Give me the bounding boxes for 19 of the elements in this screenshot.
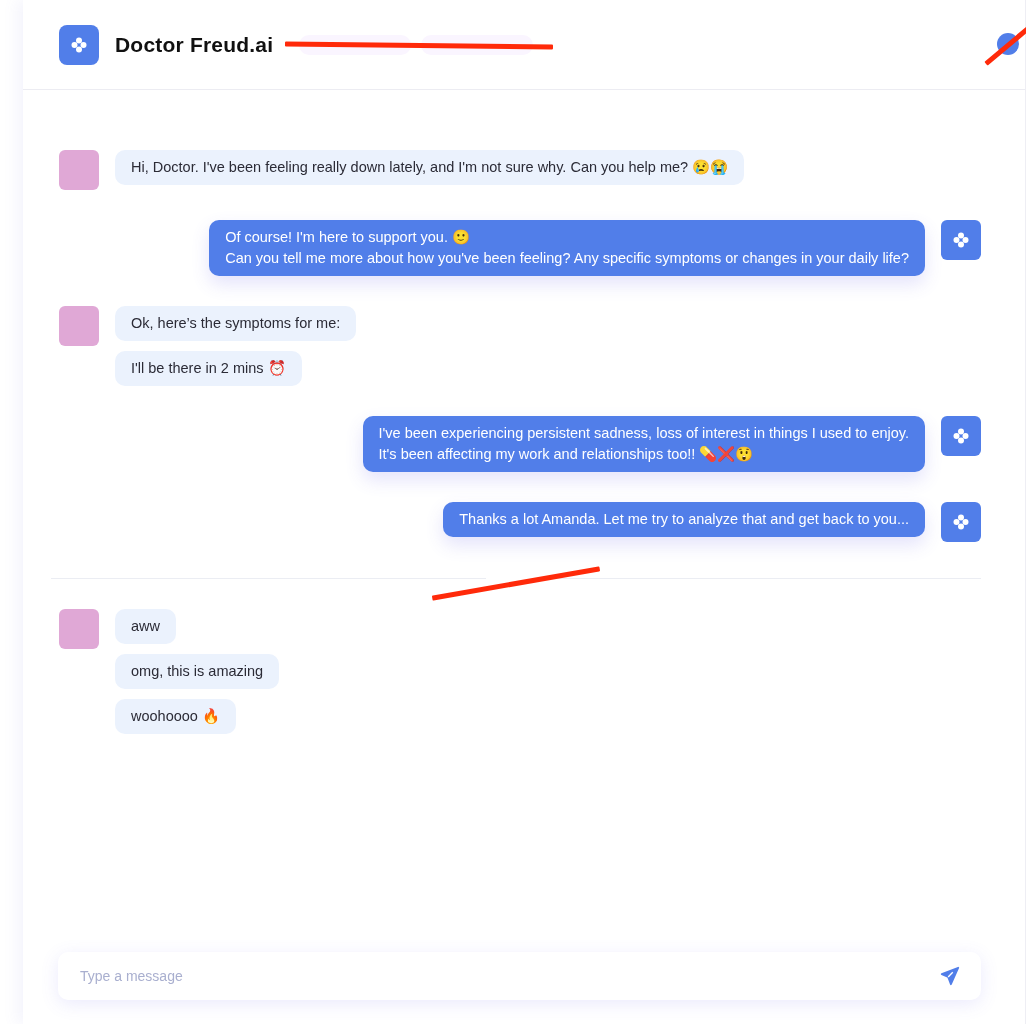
message-bubble: aww (115, 609, 176, 644)
app-title: Doctor Freud.ai (115, 32, 274, 57)
message-bubble: omg, this is amazing (115, 654, 280, 689)
message-bubble: Thanks a lot Amanda. Let me try to analyze that and get back to you... (443, 502, 925, 537)
logo-icon (953, 514, 969, 530)
message-bubble: Hi, Doctor. I've been feeling really down lately, and I'm not sure why. Can you help me? 😢😭 (115, 150, 745, 185)
message-bubble: woohoooo 🔥 (115, 699, 236, 734)
message-bubble: Ok, here’s the symptoms for me: (115, 306, 357, 341)
logo-icon (71, 36, 87, 53)
message-bubble: I'll be there in 2 mins ⏰ (115, 351, 302, 386)
user-avatar (59, 609, 99, 649)
message-bubble: Of course! I'm here to support you. 🙂 Can you tell me more about how you've been feeling? Any specific symptoms or changes in your daily life? (209, 220, 925, 276)
user-avatar (59, 306, 99, 346)
user-avatar (59, 150, 99, 190)
send-button[interactable] (939, 965, 961, 987)
message-bubble: I've been experiencing persistent sadness, loss of interest in things I used to enjoy. It's been affecting my work and relationships too!! 💊❌😲 (362, 416, 925, 472)
logo-icon (953, 428, 969, 444)
logo-icon (953, 232, 969, 248)
message-input[interactable]: Type a message (78, 967, 939, 985)
